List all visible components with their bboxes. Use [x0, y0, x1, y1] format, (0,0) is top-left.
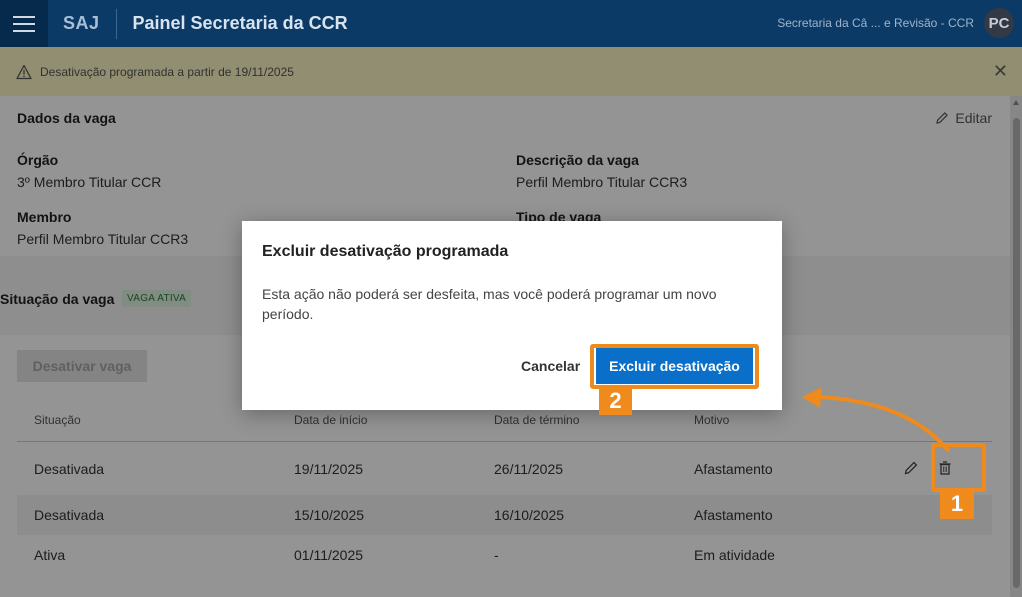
- annotation-arrow: [802, 387, 950, 452]
